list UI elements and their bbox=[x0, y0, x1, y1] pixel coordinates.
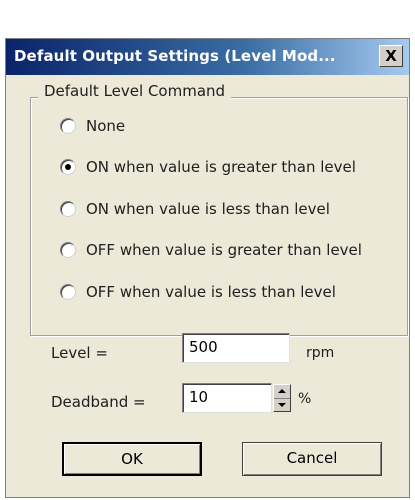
radio-label: ON when value is greater than level bbox=[86, 158, 356, 176]
ok-button[interactable]: OK bbox=[62, 442, 202, 476]
radio-label: None bbox=[86, 117, 126, 135]
deadband-spinner[interactable] bbox=[273, 384, 291, 412]
arrow-down-icon bbox=[278, 403, 286, 407]
close-button[interactable]: X bbox=[379, 45, 403, 67]
deadband-label: Deadband = bbox=[51, 393, 146, 411]
radio-option-on-less[interactable]: ON when value is less than level bbox=[60, 198, 330, 220]
window-title: Default Output Settings (Level Mod... bbox=[14, 47, 336, 65]
arrow-up-icon bbox=[278, 389, 286, 393]
radio-option-on-greater[interactable]: ON when value is greater than level bbox=[60, 156, 356, 178]
radio-button[interactable] bbox=[60, 284, 76, 300]
radio-option-off-less[interactable]: OFF when value is less than level bbox=[60, 281, 336, 303]
deadband-input[interactable]: 10 bbox=[182, 383, 272, 413]
radio-button-selected[interactable] bbox=[60, 159, 76, 175]
close-icon: X bbox=[385, 47, 397, 65]
radio-button[interactable] bbox=[60, 118, 76, 134]
radio-button[interactable] bbox=[60, 201, 76, 217]
radio-label: OFF when value is greater than level bbox=[86, 241, 362, 259]
radio-option-off-greater[interactable]: OFF when value is greater than level bbox=[60, 239, 362, 261]
title-bar[interactable]: Default Output Settings (Level Mod... X bbox=[6, 39, 409, 75]
spin-up-button[interactable] bbox=[274, 385, 290, 398]
level-input[interactable]: 500 bbox=[182, 333, 290, 363]
radio-button[interactable] bbox=[60, 242, 76, 258]
radio-option-none[interactable]: None bbox=[60, 115, 125, 137]
radio-label: OFF when value is less than level bbox=[86, 283, 336, 301]
spin-down-button[interactable] bbox=[274, 398, 290, 412]
cancel-button[interactable]: Cancel bbox=[242, 442, 382, 476]
level-unit: rpm bbox=[306, 345, 335, 361]
group-label: Default Level Command bbox=[38, 82, 232, 100]
dialog-window: Default Output Settings (Level Mod... X … bbox=[5, 38, 410, 498]
radio-label: ON when value is less than level bbox=[86, 200, 330, 218]
deadband-unit: % bbox=[298, 391, 312, 407]
level-label: Level = bbox=[51, 344, 108, 362]
